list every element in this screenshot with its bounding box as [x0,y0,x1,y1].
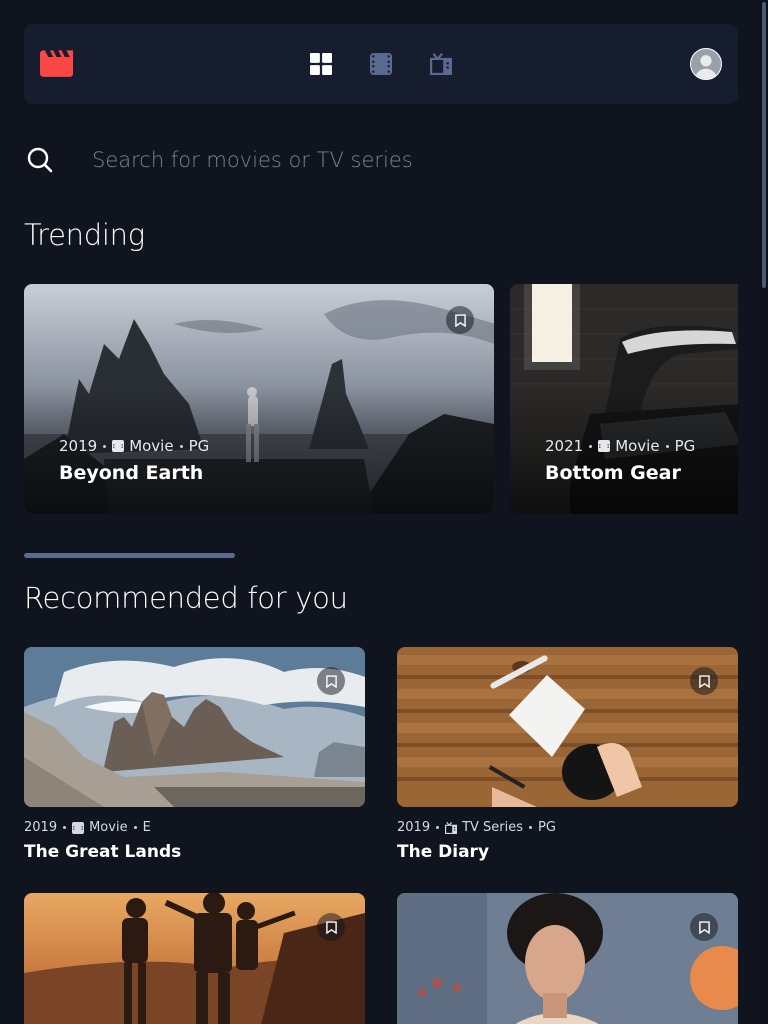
recommended-title[interactable]: The Diary [397,842,489,862]
film-category-icon [598,440,611,452]
top-nav-bar [24,24,738,104]
scrollbar-thumb[interactable] [762,2,766,288]
separator-dot [665,444,669,448]
separator-dot [133,826,137,829]
desk-image [397,647,738,807]
trending-meta: 2021 Movie PG [545,437,695,455]
recommended-thumbnail [397,647,738,807]
separator-dot [103,444,107,448]
carousel-scroll-indicator [24,553,235,558]
recommended-heading: Recommended for you [24,581,348,615]
bookmark-button[interactable] [317,913,345,941]
film-category-icon [72,821,85,834]
recommended-meta: 2019 TV Series PG [397,820,556,835]
year: 2019 [397,820,431,835]
trending-heading: Trending [24,218,145,252]
bookmark-icon [325,920,337,934]
bookmark-icon [325,674,337,688]
year: 2021 [545,437,584,455]
category: Movie [129,437,174,455]
rating: PG [674,437,696,455]
app-page: Trending [0,0,768,1024]
bookmark-icon [698,920,710,934]
year: 2019 [24,820,58,835]
trending-title[interactable]: Bottom Gear [545,462,681,484]
separator-dot [589,444,593,448]
user-avatar-icon [691,49,721,79]
separator-dot [179,444,183,448]
tv-category-icon [445,821,458,834]
trending-meta: 2019 Movie PG [59,437,209,455]
separator-dot [529,826,533,829]
recommended-thumbnail [24,893,365,1024]
portrait-image [397,893,738,1024]
rating: PG [188,437,210,455]
category: Movie [89,820,128,835]
mountain-image [24,647,365,807]
friends-sunset-image [24,893,365,1024]
category: Movie [615,437,660,455]
bookmark-button[interactable] [446,306,474,334]
clapperboard-logo-icon[interactable] [40,50,73,77]
bookmark-button[interactable] [317,667,345,695]
rating: PG [538,820,556,835]
bookmark-icon [454,313,466,327]
trending-card[interactable]: 2019 Movie PG Beyond Earth [24,284,494,514]
page-scrollbar[interactable] [760,0,768,1024]
category: TV Series [462,820,524,835]
film-category-icon [112,440,125,452]
search-bar [24,140,738,180]
recommended-thumbnail [397,893,738,1024]
trending-carousel[interactable]: 2019 Movie PG Beyond Earth 2021 Movie PG… [24,284,738,514]
film-movies-icon[interactable] [370,53,392,75]
trending-card[interactable]: 2021 Movie PG Bottom Gear [510,284,738,514]
user-avatar[interactable] [690,48,722,80]
bookmark-icon [698,674,710,688]
recommended-meta: 2019 Movie E [24,820,151,835]
trending-title[interactable]: Beyond Earth [59,462,203,484]
bookmark-button[interactable] [690,667,718,695]
search-input[interactable] [92,142,692,178]
recommended-title[interactable]: The Great Lands [24,842,181,862]
grid-home-icon[interactable] [310,53,332,75]
search-icon [27,147,53,173]
year: 2019 [59,437,98,455]
separator-dot [63,826,67,829]
separator-dot [436,826,440,829]
tv-series-icon[interactable] [430,53,452,75]
recommended-thumbnail [24,647,365,807]
rating: E [142,820,151,835]
bookmark-button[interactable] [690,913,718,941]
